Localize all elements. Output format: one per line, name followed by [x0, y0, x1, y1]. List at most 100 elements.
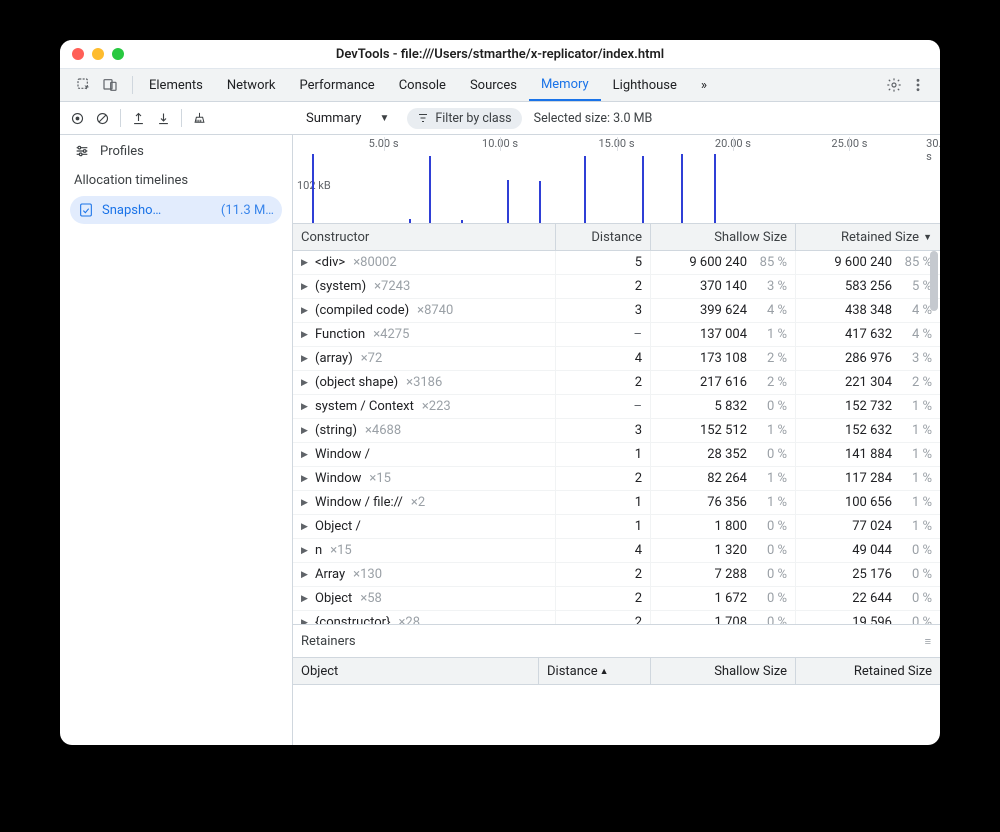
rcol-retained[interactable]: Retained Size	[796, 658, 940, 684]
tab-network[interactable]: Network	[215, 69, 288, 101]
table-row[interactable]: ▶Array×13027 2880 %25 1760 %	[293, 563, 940, 587]
expand-icon[interactable]: ▶	[301, 594, 311, 604]
expand-icon[interactable]: ▶	[301, 282, 311, 292]
constructors-header: Constructor Distance Shallow Size Retain…	[293, 224, 940, 251]
device-toggle-icon[interactable]	[102, 77, 118, 93]
record-icon[interactable]	[70, 111, 85, 126]
rcol-object[interactable]: Object	[293, 658, 539, 684]
retained-size-value: 417 632	[845, 327, 892, 342]
table-row[interactable]: ▶(compiled code)×87403399 6244 %438 3484…	[293, 299, 940, 323]
allocation-bar[interactable]	[507, 180, 509, 223]
table-row[interactable]: ▶Function×4275–137 0041 %417 6324 %	[293, 323, 940, 347]
table-row[interactable]: ▶Window /128 3520 %141 8841 %	[293, 443, 940, 467]
sidebar-section-label: Allocation timelines	[60, 167, 292, 194]
tab-sources[interactable]: Sources	[458, 69, 529, 101]
gc-broom-icon[interactable]	[192, 111, 207, 126]
expand-icon[interactable]: ▶	[301, 426, 311, 436]
retainers-panel-title[interactable]: Retainers ≡	[293, 624, 940, 658]
constructor-count: ×4275	[373, 327, 409, 342]
tab-overflow[interactable]: »	[689, 69, 719, 101]
table-row[interactable]: ▶(system)×72432370 1403 %583 2565 %	[293, 275, 940, 299]
upload-icon[interactable]	[131, 111, 146, 126]
tab-elements[interactable]: Elements	[137, 69, 215, 101]
expand-icon[interactable]: ▶	[301, 522, 311, 532]
kebab-icon[interactable]	[910, 77, 926, 93]
table-row[interactable]: ▶(array)×724173 1082 %286 9763 %	[293, 347, 940, 371]
shallow-size-value: 1 708	[715, 615, 747, 624]
expand-icon[interactable]: ▶	[301, 546, 311, 556]
allocation-bar[interactable]	[461, 220, 463, 224]
distance-value: 1	[564, 447, 642, 462]
expand-icon[interactable]: ▶	[301, 570, 311, 580]
table-row[interactable]: ▶<div>×8000259 600 24085 %9 600 24085 %	[293, 251, 940, 275]
expand-icon[interactable]: ▶	[301, 450, 311, 460]
expand-icon[interactable]: ▶	[301, 330, 311, 340]
profiles-header[interactable]: Profiles	[60, 135, 292, 167]
retained-size-value: 438 348	[845, 303, 892, 318]
inspect-icon[interactable]	[76, 77, 92, 93]
allocation-bar[interactable]	[584, 156, 586, 223]
window-close-button[interactable]	[72, 48, 84, 60]
memory-toolbar: Summary ▼ Filter by class Selected size:…	[60, 102, 940, 135]
tab-lighthouse[interactable]: Lighthouse	[601, 69, 689, 101]
retained-size-value: 9 600 240	[834, 255, 892, 270]
clear-icon[interactable]	[95, 111, 110, 126]
constructor-count: ×2	[411, 495, 425, 510]
shallow-size-value: 137 004	[700, 327, 747, 342]
table-row[interactable]: ▶(string)×46883152 5121 %152 6321 %	[293, 419, 940, 443]
table-row[interactable]: ▶Object /11 8000 %77 0241 %	[293, 515, 940, 539]
allocation-bar[interactable]	[312, 154, 314, 223]
allocation-bar[interactable]	[714, 154, 716, 223]
distance-value: 1	[564, 495, 642, 510]
expand-icon[interactable]: ▶	[301, 498, 311, 508]
window-maximize-button[interactable]	[112, 48, 124, 60]
col-shallow-size[interactable]: Shallow Size	[651, 224, 796, 250]
view-select[interactable]: Summary ▼	[300, 109, 395, 128]
table-row[interactable]: ▶system / Context×223–5 8320 %152 7321 %	[293, 395, 940, 419]
expand-icon[interactable]: ▶	[301, 258, 311, 268]
tab-performance[interactable]: Performance	[288, 69, 387, 101]
allocation-bar[interactable]	[429, 156, 431, 223]
snapshot-item[interactable]: Snapsho… (11.3 M…	[70, 196, 282, 224]
col-distance[interactable]: Distance	[556, 224, 651, 250]
table-row[interactable]: ▶Window / file://×2176 3561 %100 6561 %	[293, 491, 940, 515]
expand-icon[interactable]: ▶	[301, 618, 311, 625]
rcol-distance[interactable]: Distance▲	[539, 658, 651, 684]
expand-icon[interactable]: ▶	[301, 378, 311, 388]
tab-memory[interactable]: Memory	[529, 69, 601, 101]
download-icon[interactable]	[156, 111, 171, 126]
distance-value: 4	[564, 351, 642, 366]
rcol-shallow[interactable]: Shallow Size	[651, 658, 796, 684]
table-row[interactable]: ▶{constructor}×2821 7080 %19 5960 %	[293, 611, 940, 624]
col-constructor[interactable]: Constructor	[293, 224, 556, 250]
shallow-size-pct: 0 %	[753, 519, 787, 534]
filter-input[interactable]: Filter by class	[407, 108, 521, 129]
allocation-bar[interactable]	[539, 181, 541, 223]
selected-size-label: Selected size: 3.0 MB	[534, 111, 653, 126]
scrollbar-thumb[interactable]	[930, 251, 938, 311]
allocation-bar[interactable]	[409, 219, 411, 223]
col-retained-size[interactable]: Retained Size ▼	[796, 224, 940, 250]
snapshot-name: Snapsho…	[102, 203, 213, 218]
table-row[interactable]: ▶n×1541 3200 %49 0440 %	[293, 539, 940, 563]
allocation-timeline[interactable]: 5.00 s10.00 s15.00 s20.00 s25.00 s30.00 …	[293, 135, 940, 224]
expand-icon[interactable]: ▶	[301, 402, 311, 412]
expand-icon[interactable]: ▶	[301, 306, 311, 316]
window-minimize-button[interactable]	[92, 48, 104, 60]
table-row[interactable]: ▶(object shape)×31862217 6162 %221 3042 …	[293, 371, 940, 395]
expand-icon[interactable]: ▶	[301, 474, 311, 484]
table-row[interactable]: ▶Object×5821 6720 %22 6440 %	[293, 587, 940, 611]
shallow-size-value: 9 600 240	[689, 255, 747, 270]
constructor-count: ×80002	[353, 255, 396, 270]
allocation-bar[interactable]	[681, 154, 683, 223]
retainers-menu-icon[interactable]: ≡	[925, 635, 932, 648]
expand-icon[interactable]: ▶	[301, 354, 311, 364]
tab-console[interactable]: Console	[387, 69, 458, 101]
gear-icon[interactable]	[886, 77, 902, 93]
retainers-header: Object Distance▲ Shallow Size Retained S…	[293, 658, 940, 685]
allocation-bar[interactable]	[642, 156, 644, 223]
retained-size-pct: 0 %	[898, 567, 932, 582]
constructor-name: (array)	[315, 351, 353, 366]
distance-value: 2	[564, 567, 642, 582]
table-row[interactable]: ▶Window×15282 2641 %117 2841 %	[293, 467, 940, 491]
